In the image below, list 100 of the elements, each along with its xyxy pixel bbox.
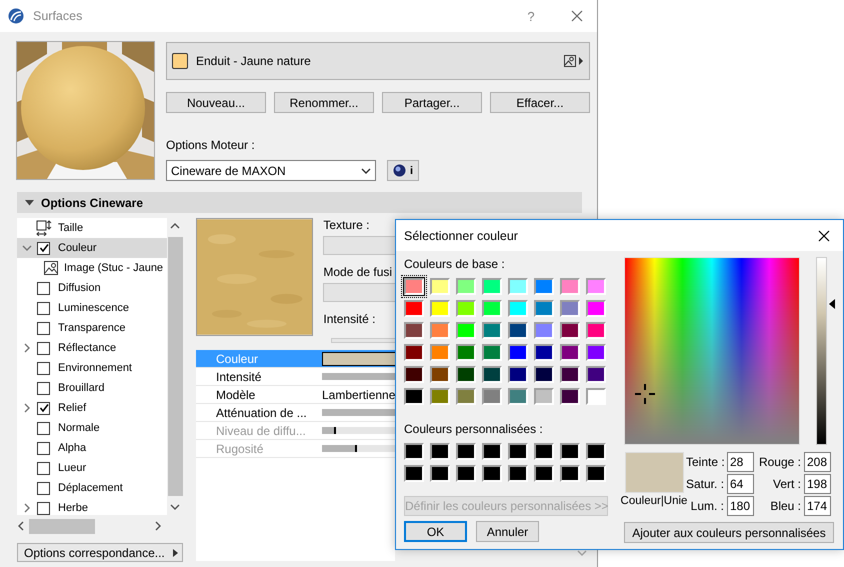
tree-item[interactable]: Brouillard (17, 378, 167, 398)
slider[interactable] (322, 409, 395, 416)
color-swatch[interactable] (456, 300, 476, 316)
custom-color-swatch[interactable] (430, 464, 450, 482)
custom-color-swatch[interactable] (560, 464, 580, 482)
tree-item[interactable]: Diffusion (17, 278, 167, 298)
color-swatch[interactable] (482, 278, 502, 294)
tree-item[interactable]: Herbe (17, 498, 167, 515)
checkbox[interactable] (37, 482, 50, 494)
checkbox[interactable] (37, 342, 50, 354)
triangle-left-icon[interactable] (829, 299, 835, 309)
color-swatch[interactable] (404, 300, 424, 316)
mapping-options-button[interactable]: Options correspondance... (17, 543, 183, 562)
input-field[interactable]: 208 (804, 452, 831, 472)
color-swatch[interactable] (482, 300, 502, 316)
color-swatch[interactable] (430, 344, 450, 360)
delete-button[interactable]: Effacer... (490, 92, 590, 113)
checkbox[interactable] (37, 242, 50, 254)
engine-dropdown[interactable]: Cineware de MAXON (166, 160, 376, 181)
property-row[interactable]: Atténuation de ... (196, 404, 395, 422)
color-swatch[interactable] (586, 278, 606, 294)
color-swatch[interactable] (508, 366, 528, 382)
input-field[interactable]: 28 (727, 452, 754, 472)
render-info-button[interactable]: i (387, 160, 419, 181)
share-button[interactable]: Partager... (382, 92, 482, 113)
color-swatch[interactable] (560, 300, 580, 316)
color-swatch[interactable] (508, 300, 528, 316)
color-swatch[interactable] (586, 300, 606, 316)
color-swatch[interactable] (560, 344, 580, 360)
color-swatch[interactable] (508, 278, 528, 294)
scroll-left-icon[interactable] (17, 521, 25, 531)
scroll-down-icon[interactable] (170, 503, 180, 511)
checkbox[interactable] (37, 502, 50, 514)
section-header[interactable]: Options Cineware (17, 192, 582, 213)
color-swatch[interactable] (534, 388, 554, 404)
custom-color-swatch[interactable] (482, 464, 502, 482)
color-swatch[interactable] (482, 322, 502, 338)
tree-item[interactable]: Taille (17, 218, 167, 238)
tree-item[interactable]: Normale (17, 418, 167, 438)
tree-item[interactable]: Environnement (17, 358, 167, 378)
luminance-bar[interactable] (816, 257, 827, 445)
color-swatch[interactable] (430, 300, 450, 316)
color-swatch[interactable] (534, 344, 554, 360)
color-swatch[interactable] (404, 322, 424, 338)
tree-item[interactable]: Alpha (17, 438, 167, 458)
color-swatch[interactable] (430, 322, 450, 338)
tree-item[interactable]: Déplacement (17, 478, 167, 498)
custom-color-swatch[interactable] (456, 442, 476, 460)
property-row[interactable]: Modèle Lambertienne (196, 386, 395, 404)
checkbox[interactable] (37, 362, 50, 374)
custom-color-swatch[interactable] (508, 464, 528, 482)
image-menu-icon[interactable] (564, 54, 584, 68)
color-swatch[interactable] (456, 344, 476, 360)
color-swatch[interactable] (456, 278, 476, 294)
color-swatch[interactable] (430, 388, 450, 404)
custom-color-swatch[interactable] (534, 442, 554, 460)
property-row[interactable]: Intensité (196, 368, 395, 386)
color-swatch[interactable] (482, 366, 502, 382)
tree-item[interactable]: Transparence (17, 318, 167, 338)
tree-item[interactable]: Réflectance (17, 338, 167, 358)
input-field[interactable]: 180 (727, 496, 754, 516)
color-swatch[interactable] (404, 388, 424, 404)
custom-color-swatch[interactable] (456, 464, 476, 482)
rename-button[interactable]: Renommer... (274, 92, 374, 113)
help-button[interactable]: ? (517, 2, 545, 30)
custom-color-swatch[interactable] (404, 464, 424, 482)
color-swatch[interactable] (534, 366, 554, 382)
color-swatch[interactable] (482, 344, 502, 360)
scroll-up-icon[interactable] (170, 222, 180, 230)
texture-field[interactable] (323, 236, 395, 255)
custom-color-swatch[interactable] (430, 442, 450, 460)
color-swatch[interactable] (430, 366, 450, 382)
tree-item[interactable]: Relief (17, 398, 167, 418)
collapse-chevron-icon[interactable] (22, 243, 32, 253)
expand-chevron-icon[interactable] (22, 343, 32, 353)
checkbox[interactable] (37, 382, 50, 394)
input-field[interactable]: 174 (804, 496, 831, 516)
checkbox[interactable] (37, 442, 50, 454)
color-swatch[interactable] (404, 344, 424, 360)
custom-color-swatch[interactable] (586, 464, 606, 482)
color-swatch[interactable] (508, 322, 528, 338)
color-swatch[interactable] (508, 344, 528, 360)
tree-item[interactable]: Couleur (17, 238, 167, 258)
color-spectrum[interactable] (624, 257, 800, 445)
custom-color-swatch[interactable] (534, 464, 554, 482)
color-swatch[interactable] (586, 344, 606, 360)
custom-color-swatch[interactable] (560, 442, 580, 460)
tree-item[interactable]: Lueur (17, 458, 167, 478)
color-swatch[interactable] (560, 388, 580, 404)
triangle-down-icon[interactable] (25, 200, 34, 206)
tree-item[interactable]: Luminescence (17, 298, 167, 318)
color-swatch[interactable] (508, 388, 528, 404)
new-button[interactable]: Nouveau... (166, 92, 266, 113)
color-swatch[interactable] (560, 366, 580, 382)
cancel-button[interactable]: Annuler (476, 521, 539, 542)
color-swatch[interactable] (456, 322, 476, 338)
color-swatch[interactable] (586, 388, 606, 404)
custom-color-swatch[interactable] (404, 442, 424, 460)
checkbox[interactable] (37, 322, 50, 334)
color-swatch[interactable] (586, 366, 606, 382)
